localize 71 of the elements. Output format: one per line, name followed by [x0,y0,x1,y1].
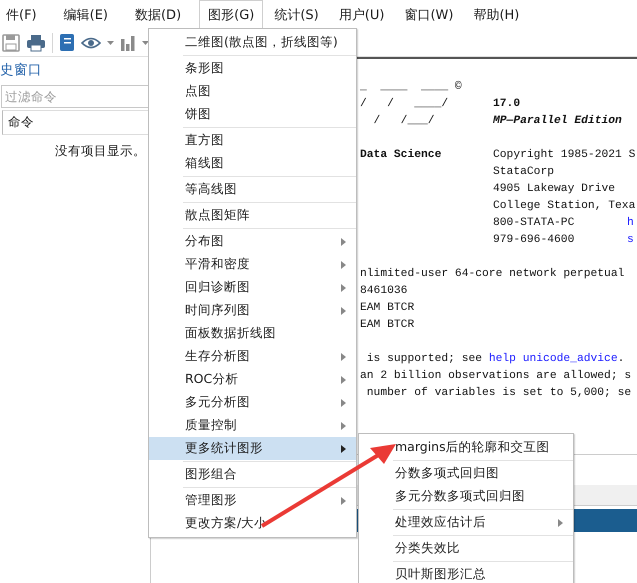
menu-bar-item[interactable]: 图形(G) [199,0,264,29]
menu-item[interactable]: 散点图矩阵 [149,204,356,227]
output-text: EAM BTCR [360,302,414,314]
menu-item[interactable]: 平滑和密度 [149,253,356,276]
menu-item[interactable]: 质量控制 [149,414,356,437]
submenu-arrow-icon [341,422,346,430]
column-header[interactable]: 命令 [2,110,150,135]
output-text: Copyright 1985-2021 S [493,148,636,163]
menu-item[interactable]: 时间序列图 [149,299,356,322]
dropdown-caret-icon[interactable] [142,40,149,44]
bar-chart-icon[interactable] [120,34,136,50]
link[interactable]: s [627,232,634,249]
output-text: StataCorp [493,165,554,180]
output-text: number of variables is set to 5,000; se [366,387,632,399]
submenu-arrow-icon [341,284,346,292]
submenu-arrow-icon [341,261,346,269]
output-text: College Station, Texa [493,198,636,214]
save-icon[interactable] [2,34,20,52]
panel-title: 史窗口 [0,61,43,80]
filter-field[interactable]: 过滤命令 [1,85,150,108]
menu-item[interactable]: 分类失效比 [359,537,573,560]
output-text: _ ____ ____ © [360,80,462,95]
dropdown-caret-icon[interactable] [107,40,114,44]
submenu-arrow-icon [341,307,346,315]
menu-item[interactable]: 分数多项式回归图 [359,462,573,485]
menu-item[interactable]: 直方图 [149,129,356,152]
notebook-icon[interactable] [59,33,75,52]
output-text: 8461036 [360,285,408,297]
output-text: / / ____/ [360,96,448,112]
output-text: Data Science [360,148,442,163]
menu-item[interactable]: 箱线图 [149,152,356,175]
submenu-arrow-icon [341,353,346,361]
menu-item[interactable]: 等高线图 [149,178,356,201]
output-text: is supported; see help unicode_advice. [366,353,624,365]
menu-item[interactable]: 二维图(散点图，折线图等) [149,31,356,54]
menu-item[interactable]: 饼图 [149,103,356,126]
output-text: 17.0 [493,97,520,112]
menu-item[interactable]: 多元分数多项式回归图 [359,485,573,508]
menu-item[interactable]: 面板数据折线图 [149,322,356,345]
output-text: 979-696-4600 [493,233,574,248]
menu-item[interactable]: 贝叶斯图形汇总 [359,563,573,583]
help-link[interactable]: help unicode_advice [488,353,618,365]
menu-item[interactable]: 点图 [149,80,356,103]
menu-item[interactable]: margins后的轮廓和交互图 [359,436,573,459]
output-text: nlimited-user 64-core network perpetual [360,268,624,280]
empty-message: 没有项目显示。 [54,142,147,160]
submenu-arrow-icon [341,445,346,453]
menu-item[interactable]: 分布图 [149,230,356,253]
link[interactable]: h [627,215,634,232]
submenu-arrow-icon [341,497,346,505]
menu-item[interactable]: 更多统计图形 [149,437,356,460]
output-text: 800-STATA-PC [493,216,574,231]
menu-item[interactable]: 生存分析图 [149,345,356,368]
output-text: an 2 billion observations are allowed; s [360,370,632,382]
menu-item[interactable]: 管理图形 [149,489,356,512]
output-text: 4905 Lakeway Drive [493,182,616,197]
submenu-arrow-icon [558,519,563,527]
submenu-arrow-icon [341,376,346,384]
menu-item[interactable]: 图形组合 [149,463,356,486]
output-text: MP—Parallel Edition [493,114,622,129]
submenu-arrow-icon [341,238,346,246]
menu-item[interactable]: 条形图 [149,57,356,80]
menu-item[interactable]: 回归诊断图 [149,276,356,299]
menu-item[interactable]: ROC分析 [149,368,356,391]
printer-icon[interactable] [26,34,46,52]
output-text: / /___/ [372,114,435,129]
menu-item[interactable]: 多元分析图 [149,391,356,414]
submenu-arrow-icon [341,399,346,407]
output-text: EAM BTCR [360,319,414,331]
menu-item[interactable]: 处理效应估计后 [359,511,573,534]
eye-icon[interactable] [81,36,101,50]
